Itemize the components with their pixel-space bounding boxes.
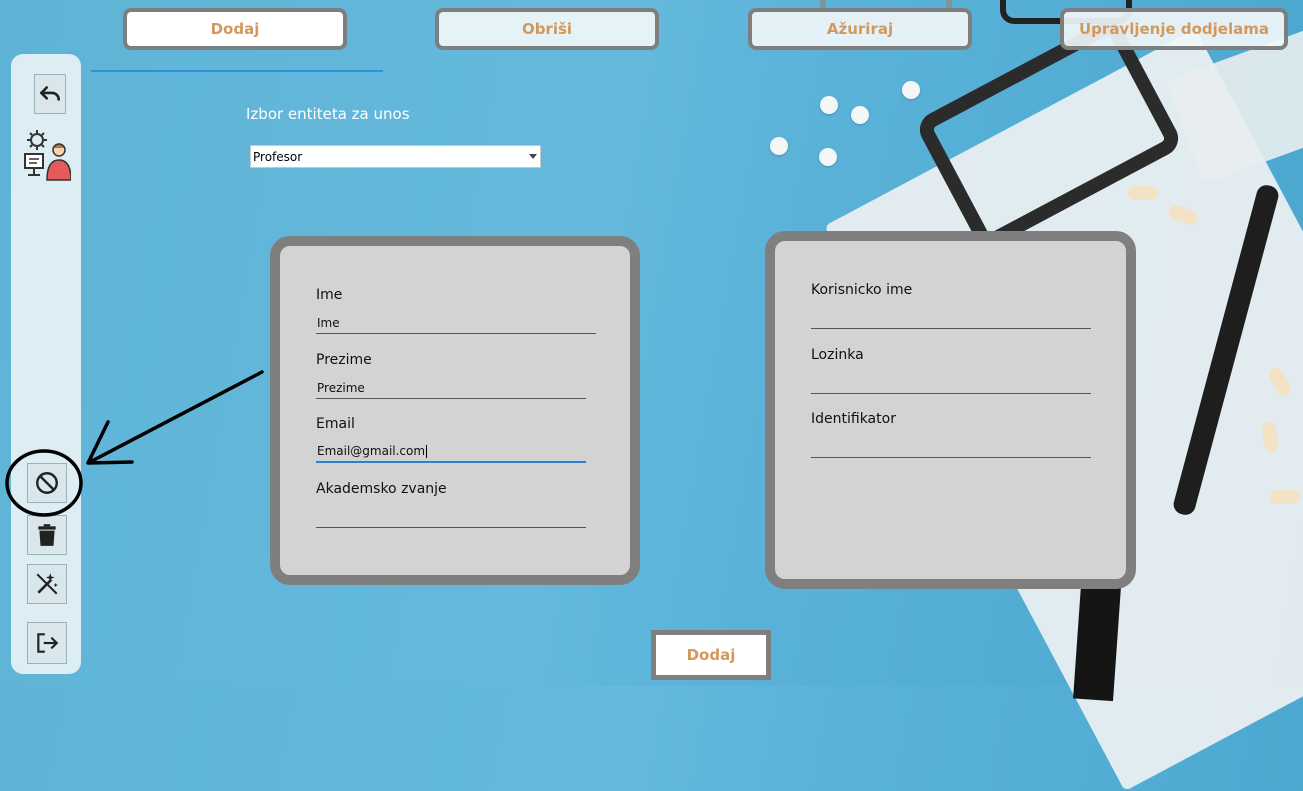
back-button[interactable] <box>34 74 66 114</box>
surname-label: Prezime <box>316 352 372 368</box>
identifier-field[interactable] <box>811 438 1091 458</box>
password-field[interactable] <box>811 374 1091 394</box>
email-field-value: Email@gmail.com <box>317 444 426 458</box>
password-label: Lozinka <box>811 347 864 363</box>
submit-add-button[interactable]: Dodaj <box>651 630 771 680</box>
name-field[interactable]: Ime <box>316 314 596 334</box>
logout-icon <box>37 633 59 653</box>
clear-button[interactable] <box>27 564 67 604</box>
background-pill <box>820 96 838 114</box>
entity-select-value: Profesor <box>253 149 303 164</box>
tab-assignments[interactable]: Upravljenje dodjelama <box>1060 8 1288 50</box>
chevron-down-icon <box>529 154 537 159</box>
logout-button[interactable] <box>27 622 67 664</box>
name-label: Ime <box>316 287 343 303</box>
email-label: Email <box>316 416 355 432</box>
entity-select-label: Izbor entiteta za unos <box>246 105 410 123</box>
surname-field[interactable]: Prezime <box>316 379 586 399</box>
academic-title-field[interactable] <box>316 508 586 528</box>
tab-update[interactable]: Ažuriraj <box>748 8 972 50</box>
admin-settings-icon <box>24 130 71 181</box>
background-pill <box>902 81 920 99</box>
active-tab-underline <box>91 70 383 72</box>
tab-add[interactable]: Dodaj <box>123 8 347 50</box>
cancel-button[interactable] <box>27 463 67 503</box>
delete-button[interactable] <box>27 515 67 555</box>
block-icon <box>36 472 58 494</box>
entity-select[interactable]: Profesor <box>250 145 541 168</box>
magic-off-icon <box>36 573 58 595</box>
background-pill <box>770 137 788 155</box>
background-pill <box>819 148 837 166</box>
academic-title-label: Akademsko zvanje <box>316 481 447 497</box>
identifier-label: Identifikator <box>811 411 896 427</box>
undo-icon <box>40 86 60 101</box>
tab-delete[interactable]: Obriši <box>435 8 659 50</box>
username-field[interactable] <box>811 309 1091 329</box>
trash-icon <box>38 524 56 546</box>
background-capsule <box>1270 490 1300 504</box>
background-capsule <box>1128 186 1158 200</box>
background-pill <box>851 106 869 124</box>
username-label: Korisnicko ime <box>811 282 913 298</box>
email-field[interactable]: Email@gmail.com <box>316 443 586 463</box>
text-cursor <box>426 445 428 458</box>
